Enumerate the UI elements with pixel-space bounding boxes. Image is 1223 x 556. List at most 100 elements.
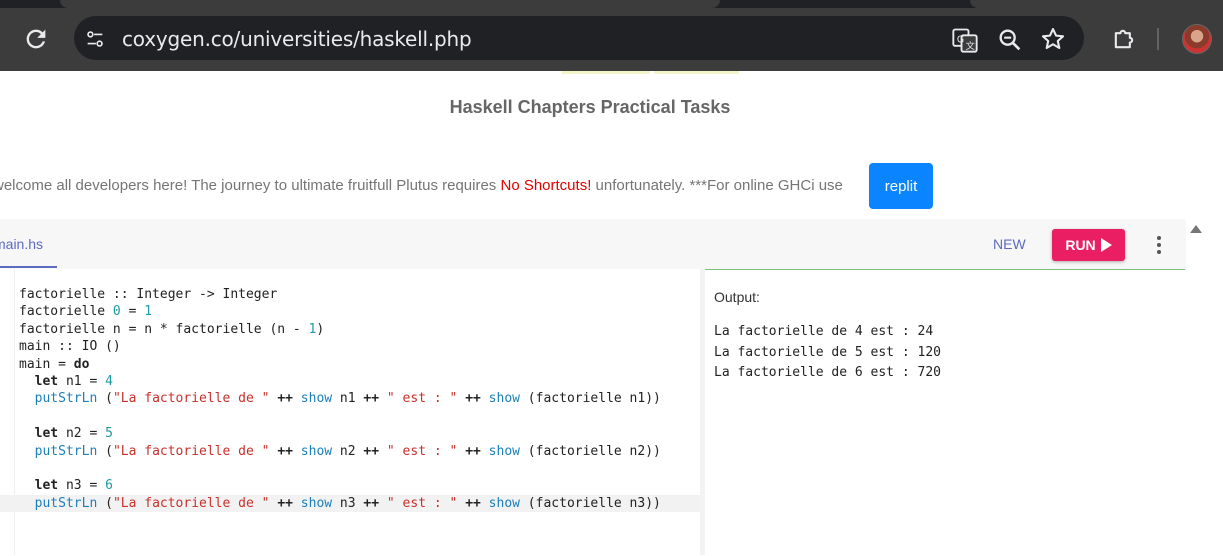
bookmark-star-icon[interactable] [1039,25,1067,53]
code-token: ++ [277,391,293,407]
nav-tab-hint[interactable] [654,71,739,74]
svg-text:G: G [957,34,964,45]
toolbar-separator [1157,28,1159,50]
code-line[interactable]: putStrLn ("La factorielle de " ++ show n… [19,443,700,460]
code-token: do [73,356,90,372]
code-token: 6 [105,478,113,494]
code-token: ( [97,391,113,407]
code-token: ++ [363,495,380,511]
code-token: factorielle n = n * factorielle (n - [19,321,309,337]
code-token: n1 [332,391,364,407]
code-token: ( [97,443,113,459]
code-token: ++ [363,443,380,459]
code-token: factorielle [19,304,113,320]
code-token: let [34,426,59,442]
code-token: ) [316,321,325,337]
code-token: n2 = [58,426,106,442]
nav-tab-hint[interactable] [562,71,650,74]
output-line: La factorielle de 6 est : 720 [714,365,941,381]
run-button-label: RUN [1065,237,1096,253]
code-line[interactable]: factorielle 0 = 1 [19,303,700,320]
code-token: = [120,304,145,320]
url-text[interactable]: coxygen.co/universities/haskell.php [122,27,472,51]
intro-text: welcome all developers here! The journey… [0,177,843,194]
file-tab-indicator [0,266,57,268]
page-scrollbar[interactable] [1186,219,1223,555]
replit-button[interactable]: replit [869,163,933,209]
code-line[interactable]: let n2 = 5 [19,425,700,442]
code-token: show [488,443,520,459]
code-token: show [300,495,333,511]
code-token: putStrLn [34,391,98,407]
code-token: show [488,495,520,511]
code-token: (factorielle n3)) [519,495,661,511]
code-line[interactable]: let n1 = 4 [19,373,700,390]
code-token: putStrLn [34,495,98,511]
page-title: Haskell Chapters Practical Tasks [449,97,731,117]
svg-text:文: 文 [966,40,975,52]
no-shortcuts-text: No Shortcuts! [500,177,592,194]
code-line[interactable]: factorielle n = n * factorielle (n - 1) [19,321,700,338]
code-token: ++ [465,495,481,511]
code-token: (factorielle n1)) [519,391,661,407]
code-token: " est : " [386,495,458,511]
code-token: n3 [332,495,364,511]
code-line[interactable]: main = do [19,356,700,373]
output-label: Output: [714,289,760,305]
code-line[interactable]: let n3 = 6 [19,477,700,494]
output-line: La factorielle de 4 est : 24 [714,324,934,339]
code-token: "La factorielle de " [112,391,270,407]
code-line[interactable]: putStrLn ("La factorielle de " ++ show n… [0,494,700,513]
code-text[interactable]: factorielle :: Integer -> Integer factori… [0,286,700,513]
code-line[interactable]: putStrLn ("La factorielle de " ++ show n… [19,390,700,407]
scroll-up-arrow-icon[interactable] [1190,225,1202,233]
file-tab-main[interactable]: main.hs [0,236,43,252]
code-token: show [488,391,520,407]
code-token: " est : " [386,443,458,459]
active-tab[interactable] [60,0,720,8]
zoom-icon[interactable] [996,26,1024,54]
code-token: n1 = [58,373,106,389]
run-button[interactable]: RUN [1052,229,1125,261]
code-line[interactable] [19,408,700,425]
more-options-icon[interactable] [1157,236,1163,256]
extensions-icon[interactable] [1110,25,1138,53]
code-line[interactable] [19,460,700,477]
tab[interactable] [970,0,1223,8]
code-token: ++ [465,443,481,459]
reload-icon[interactable] [22,25,50,53]
profile-avatar[interactable] [1182,24,1212,54]
code-token: n3 = [58,478,106,494]
output-pane [705,269,1185,556]
code-token: 1 [144,304,153,320]
code-token: main = [19,356,74,372]
play-icon [1100,238,1112,252]
tab-strip [0,0,1223,8]
code-token: let [34,373,59,389]
site-info-icon[interactable] [84,28,106,50]
code-token: n2 [332,443,364,459]
translate-icon[interactable]: G 文 [951,26,979,54]
code-token: "La factorielle de " [112,495,270,511]
code-token: let [34,478,59,494]
code-line[interactable]: main :: IO () [19,338,700,355]
new-button[interactable]: NEW [993,236,1026,252]
code-line[interactable]: factorielle :: Integer -> Integer [19,286,700,303]
code-token: " est : " [386,391,458,407]
